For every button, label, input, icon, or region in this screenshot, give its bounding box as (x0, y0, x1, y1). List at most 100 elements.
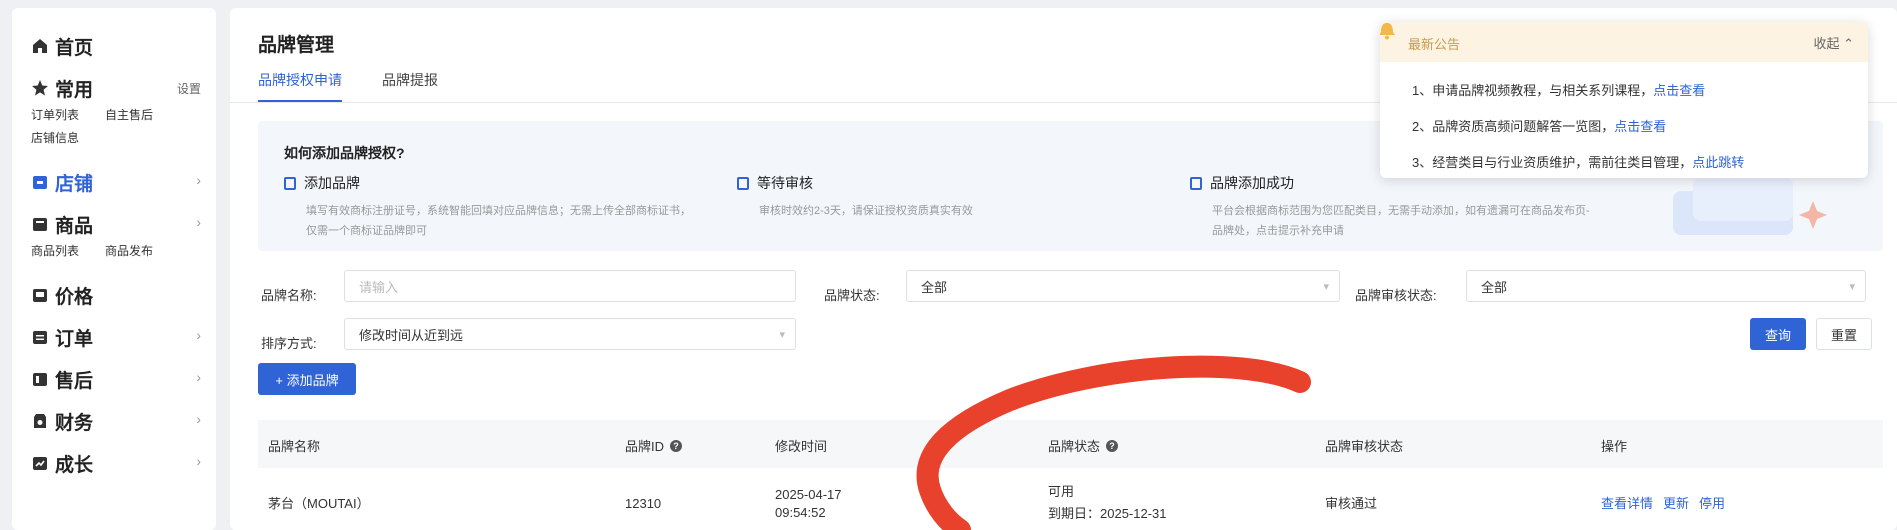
goods-icon (31, 215, 49, 233)
nav-growth[interactable]: 成长 › (31, 451, 201, 476)
col-audit-status: 品牌审核状态 (1325, 439, 1404, 454)
announcement-item: 2、品牌资质高频问题解答一览图，点击查看 (1412, 116, 1666, 135)
brand-name-input[interactable]: 请输入 (344, 270, 796, 302)
nav-finance-label: 财务 (55, 412, 94, 434)
update-link[interactable]: 更新 (1663, 496, 1689, 511)
cell-brand-status: 可用 (1048, 484, 1075, 499)
announcement-header: 最新公告 收起 ⌃ (1380, 22, 1868, 62)
nav-common[interactable]: 常用 设置 (31, 76, 201, 101)
cell-modified-date: 2025-04-17 (775, 487, 842, 502)
disable-link[interactable]: 停用 (1699, 496, 1725, 511)
bell-icon (1380, 23, 1395, 40)
chevron-right-icon: › (196, 411, 201, 427)
col-brand-name: 品牌名称 (268, 439, 321, 454)
sub-order-list[interactable]: 订单列表 (31, 106, 79, 123)
table-header: 品牌名称 品牌ID ? 修改时间 品牌状态 ? 品牌审核状态 操作 (258, 420, 1883, 468)
order-icon (31, 328, 49, 346)
nav-home-label: 首页 (55, 37, 94, 59)
announcement-text: 3、经营类目与行业资质维护，需前往类目管理， (1412, 155, 1693, 170)
sub-self-aftersale[interactable]: 自主售后 (105, 106, 153, 123)
chevron-right-icon: › (196, 214, 201, 230)
settings-link[interactable]: 设置 (177, 80, 201, 97)
guide-title: 如何添加品牌授权? (284, 145, 405, 161)
sub-goods-list[interactable]: 商品列表 (31, 242, 79, 259)
nav-goods-label: 商品 (55, 215, 94, 237)
nav-order[interactable]: 订单 › (31, 325, 201, 350)
step-title: 品牌添加成功 (1210, 175, 1294, 191)
audit-status-select[interactable]: 全部 ▾ (1466, 270, 1866, 302)
step-title: 等待审核 (757, 175, 813, 191)
sub-goods-publish[interactable]: 商品发布 (105, 242, 153, 259)
announcement-item: 1、申请品牌视频教程，与相关系列课程，点击查看 (1412, 80, 1705, 99)
page-title: 品牌管理 (258, 35, 335, 56)
cell-modified-time: 09:54:52 (775, 505, 826, 520)
announcement-text: 2、品牌资质高频问题解答一览图， (1412, 119, 1615, 134)
col-modified-time: 修改时间 (775, 439, 828, 454)
star-icon (31, 79, 49, 97)
sidebar: 首页 常用 设置 订单列表 自主售后 店铺信息 店铺 › 商品 › 商品列表 商… (12, 8, 216, 530)
help-icon[interactable]: ? (1106, 439, 1119, 452)
step-doc-icon (737, 176, 749, 190)
view-details-link[interactable]: 查看详情 (1601, 496, 1653, 511)
home-icon (31, 37, 49, 55)
nav-growth-label: 成长 (55, 454, 94, 476)
col-brand-status: 品牌状态 ? (1048, 436, 1119, 455)
step-title: 添加品牌 (304, 175, 360, 191)
announcement-link[interactable]: 点击查看 (1614, 119, 1666, 134)
reset-button[interactable]: 重置 (1816, 318, 1872, 350)
brand-status-label: 品牌状态: (824, 288, 880, 303)
audit-status-value: 全部 (1481, 279, 1508, 295)
tab-brand-auth[interactable]: 品牌授权申请 (258, 70, 342, 102)
chevron-right-icon: › (196, 172, 201, 188)
step-desc: 平台会根据商标范围为您匹配类目，无需手动添加，如有遗漏可在商品发布页-品牌处，点… (1212, 205, 1590, 237)
audit-status-label: 品牌审核状态: (1355, 288, 1437, 303)
announcement-link[interactable]: 点此跳转 (1692, 155, 1744, 170)
guide-step-success: 品牌添加成功 平台会根据商标范围为您匹配类目，无需手动添加，如有遗漏可在商品发布… (1190, 173, 1600, 241)
chevron-down-icon: ▾ (1849, 281, 1855, 293)
step-doc-icon (1190, 176, 1202, 190)
nav-goods[interactable]: 商品 › (31, 212, 201, 237)
tab-bar: 品牌授权申请 品牌提报 (258, 70, 478, 102)
nav-common-label: 常用 (55, 79, 94, 101)
nav-order-label: 订单 (55, 328, 94, 350)
chevron-right-icon: › (196, 327, 201, 343)
nav-aftersale-label: 售后 (55, 370, 94, 392)
announcement-item: 3、经营类目与行业资质维护，需前往类目管理，点此跳转 (1412, 152, 1744, 171)
guide-step-wait: 等待审核 审核时效约2-3天，请保证授权资质真实有效 (737, 173, 1147, 221)
guide-step-add: 添加品牌 填写有效商标注册证号，系统智能回填对应品牌信息；无需上传全部商标证书，… (284, 173, 694, 241)
col-brand-status-label: 品牌状态 (1048, 439, 1101, 454)
nav-aftersale[interactable]: 售后 › (31, 367, 201, 392)
brand-status-value: 全部 (921, 279, 948, 295)
brand-status-select[interactable]: 全部 ▾ (906, 270, 1340, 302)
help-icon[interactable]: ? (670, 439, 683, 452)
cell-audit-status: 审核通过 (1325, 496, 1378, 511)
nav-home[interactable]: 首页 (31, 34, 201, 59)
announcement-link[interactable]: 点击查看 (1653, 83, 1705, 98)
sort-select[interactable]: 修改时间从近到远 ▾ (344, 318, 796, 350)
col-actions: 操作 (1601, 439, 1628, 454)
sort-value: 修改时间从近到远 (359, 327, 464, 343)
aftersale-icon (31, 370, 49, 388)
sub-store-info[interactable]: 店铺信息 (31, 129, 79, 146)
search-button[interactable]: 查询 (1750, 318, 1806, 350)
sort-label: 排序方式: (261, 336, 317, 351)
nav-price[interactable]: 价格 (31, 283, 201, 308)
brand-name-label: 品牌名称: (261, 288, 317, 303)
tab-brand-report[interactable]: 品牌提报 (382, 70, 438, 102)
nav-store-label: 店铺 (55, 173, 94, 195)
nav-finance[interactable]: 财务 › (31, 409, 201, 434)
cell-brand-name: 茅台（MOUTAI） (268, 496, 370, 511)
step-desc: 审核时效约2-3天，请保证授权资质真实有效 (759, 205, 973, 217)
chevron-right-icon: › (196, 453, 201, 469)
step-doc-icon (284, 176, 296, 190)
announcement-text: 1、申请品牌视频教程，与相关系列课程， (1412, 83, 1654, 98)
collapse-button[interactable]: 收起 ⌃ (1813, 33, 1854, 52)
cell-expiry-date: 到期日：2025-12-31 (1048, 506, 1167, 521)
nav-store[interactable]: 店铺 › (31, 170, 201, 195)
chevron-down-icon: ▾ (779, 329, 785, 341)
add-brand-button[interactable]: + 添加品牌 (258, 363, 356, 395)
price-icon (31, 286, 49, 304)
step-desc: 填写有效商标注册证号，系统智能回填对应品牌信息；无需上传全部商标证书，仅需一个商… (306, 205, 691, 237)
store-icon (31, 173, 49, 191)
announcement-title: 最新公告 (1408, 37, 1461, 52)
